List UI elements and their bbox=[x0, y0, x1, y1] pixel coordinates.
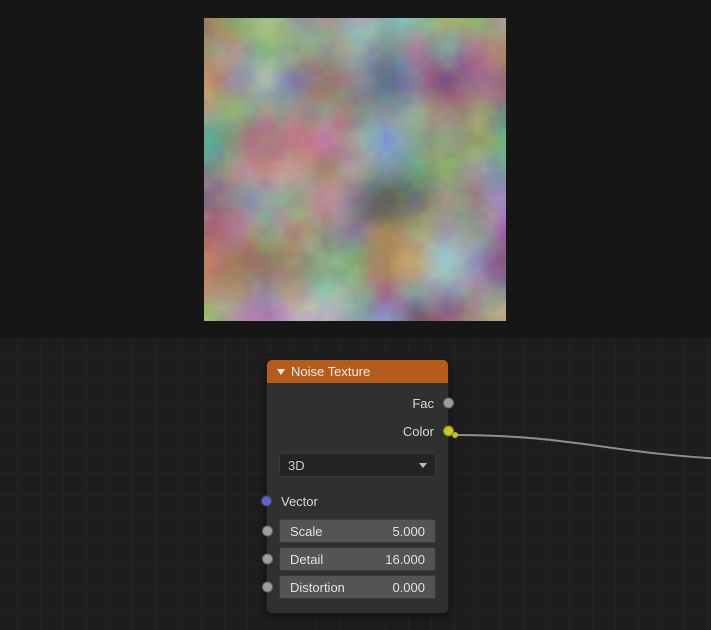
scale-field[interactable]: Scale 5.000 bbox=[279, 519, 436, 543]
input-detail-socket[interactable] bbox=[262, 554, 273, 565]
noise-texture-node[interactable]: Noise Texture Fac Color 3D Vector Sc bbox=[266, 359, 449, 614]
output-color-socket[interactable] bbox=[443, 426, 454, 437]
scale-label: Scale bbox=[290, 524, 323, 539]
output-fac-row[interactable]: Fac bbox=[275, 389, 440, 417]
chevron-down-icon bbox=[419, 463, 427, 468]
input-vector-row[interactable]: Vector bbox=[275, 487, 440, 515]
distortion-label: Distortion bbox=[290, 580, 345, 595]
node-title: Noise Texture bbox=[291, 364, 370, 379]
dimensions-dropdown[interactable]: 3D bbox=[279, 453, 436, 477]
detail-field[interactable]: Detail 16.000 bbox=[279, 547, 436, 571]
node-link-wire bbox=[449, 429, 711, 469]
input-vector-socket[interactable] bbox=[261, 496, 272, 507]
node-body: Fac Color 3D Vector Scale 5.000 bbox=[267, 383, 448, 613]
distortion-field[interactable]: Distortion 0.000 bbox=[279, 575, 436, 599]
collapse-arrow-icon[interactable] bbox=[277, 369, 285, 375]
node-editor-pane[interactable]: Noise Texture Fac Color 3D Vector Sc bbox=[0, 338, 711, 630]
detail-label: Detail bbox=[290, 552, 323, 567]
noise-preview-image bbox=[204, 18, 506, 321]
output-fac-label: Fac bbox=[412, 396, 434, 411]
input-scale-socket[interactable] bbox=[262, 526, 273, 537]
output-color-row[interactable]: Color bbox=[275, 417, 440, 445]
output-color-label: Color bbox=[403, 424, 434, 439]
dimensions-selected: 3D bbox=[288, 458, 305, 473]
input-distortion-socket[interactable] bbox=[262, 582, 273, 593]
node-header[interactable]: Noise Texture bbox=[267, 360, 448, 383]
output-fac-socket[interactable] bbox=[443, 398, 454, 409]
noise-canvas bbox=[204, 18, 506, 321]
scale-value: 5.000 bbox=[392, 524, 425, 539]
input-vector-label: Vector bbox=[281, 494, 318, 509]
distortion-value: 0.000 bbox=[392, 580, 425, 595]
texture-preview-pane bbox=[0, 0, 711, 338]
detail-value: 16.000 bbox=[385, 552, 425, 567]
